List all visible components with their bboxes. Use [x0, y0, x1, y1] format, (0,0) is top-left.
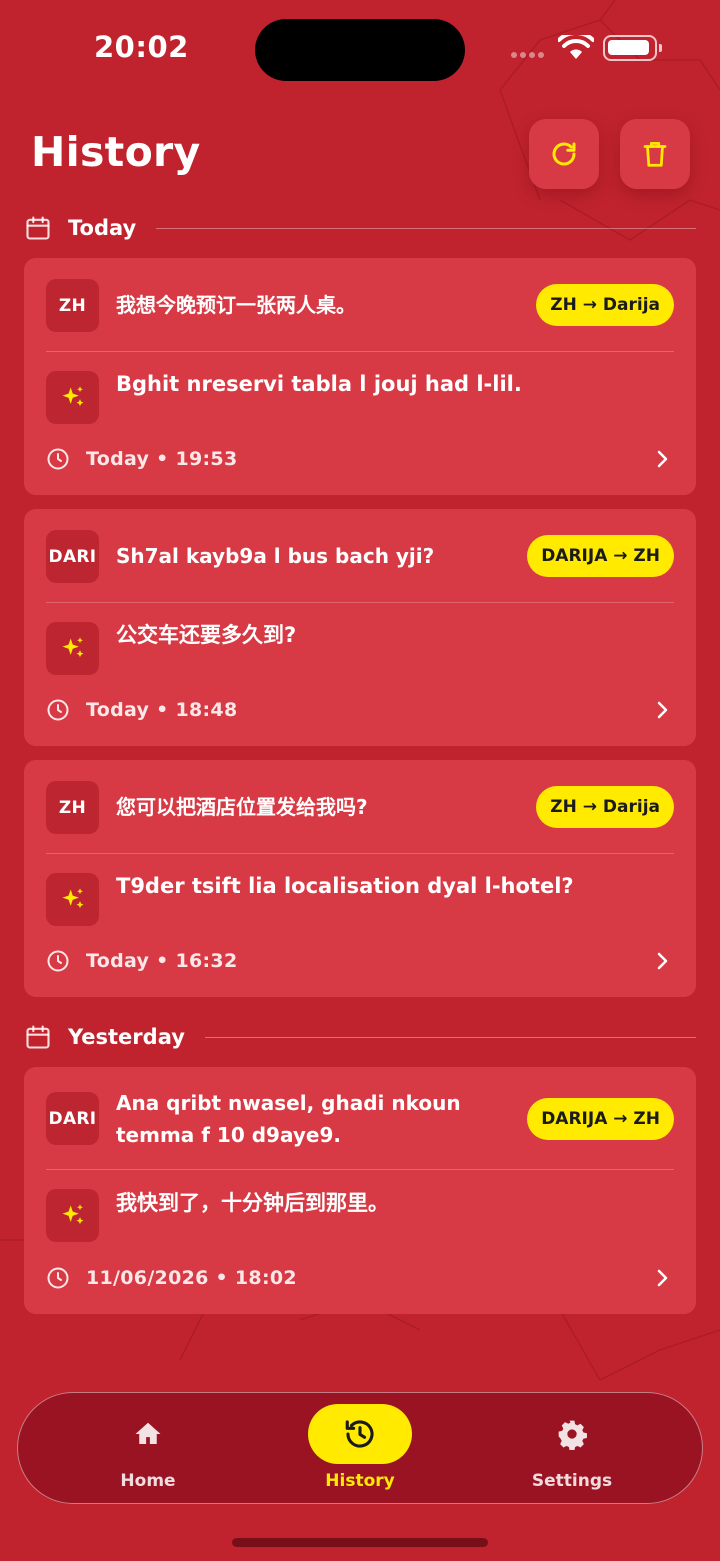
page-title: History	[31, 128, 201, 176]
clear-history-button[interactable]	[620, 119, 690, 189]
section-header-today: Today	[24, 211, 696, 245]
chevron-right-icon	[657, 701, 668, 719]
battery-icon	[603, 35, 662, 61]
bottom-nav: Home History Settings	[17, 1392, 703, 1504]
direction-pill: ZH → Darija	[536, 284, 674, 326]
trash-icon	[643, 142, 667, 167]
source-text: Ana qribt nwasel, ghadi nkoun temma f 10…	[116, 1091, 461, 1147]
source-text: 我想今晚预订一张两人桌。	[116, 293, 356, 317]
card-divider	[46, 351, 674, 352]
direction-pill: DARIJA → ZH	[527, 1098, 674, 1140]
status-time: 20:02	[94, 30, 189, 64]
direction-pill: ZH → Darija	[536, 786, 674, 828]
timestamp: Today • 16:32	[86, 950, 238, 972]
timestamp-row: Today • 18:48	[46, 695, 674, 725]
sparkle-badge	[46, 1189, 99, 1242]
clock-icon	[47, 699, 69, 721]
chevron-right-icon	[657, 1269, 668, 1287]
clock-icon	[47, 1267, 69, 1289]
section-header-yesterday: Yesterday	[24, 1020, 696, 1054]
card-divider	[46, 853, 674, 854]
nav-label: History	[325, 1471, 395, 1491]
section-divider	[204, 1036, 696, 1038]
chevron-right-icon	[657, 952, 668, 970]
refresh-icon	[552, 142, 576, 166]
timestamp-row: Today • 16:32	[46, 946, 674, 976]
sparkles-icon	[62, 887, 83, 908]
language-badge: ZH	[46, 279, 99, 332]
timestamp-row: Today • 19:53	[46, 444, 674, 474]
section-divider	[156, 227, 696, 229]
translated-text: 我快到了，十分钟后到那里。	[116, 1191, 389, 1215]
refresh-button[interactable]	[529, 119, 599, 189]
card-divider	[46, 1169, 674, 1170]
history-card[interactable]: DARI Ana qribt nwasel, ghadi nkoun temma…	[24, 1067, 696, 1314]
history-card[interactable]: ZH 您可以把酒店位置发给我吗? ZH → Darija T9der tsift…	[24, 760, 696, 997]
nav-item-home[interactable]: Home	[68, 1393, 228, 1505]
nav-label: Home	[120, 1471, 176, 1491]
history-icon	[345, 1420, 374, 1448]
language-badge: ZH	[46, 781, 99, 834]
sparkles-icon	[62, 385, 83, 406]
translated-text: 公交车还要多久到?	[116, 623, 297, 647]
clock-icon	[47, 448, 69, 470]
sparkle-badge	[46, 371, 99, 424]
translated-text: Bghit nreservi tabla l jouj had l-lil.	[116, 372, 522, 396]
home-icon	[135, 1422, 161, 1444]
section-label: Today	[68, 216, 137, 240]
history-card[interactable]: ZH 我想今晚预订一张两人桌。 ZH → Darija Bghit nreser…	[24, 258, 696, 495]
nav-item-settings[interactable]: Settings	[492, 1393, 652, 1505]
sparkles-icon	[62, 636, 83, 657]
chevron-right-icon	[657, 450, 668, 468]
section-label: Yesterday	[68, 1025, 185, 1049]
clock-icon	[47, 950, 69, 972]
sparkle-badge	[46, 873, 99, 926]
calendar-icon	[26, 216, 50, 240]
source-text: 您可以把酒店位置发给我吗?	[116, 795, 368, 819]
wifi-icon	[558, 35, 594, 59]
language-badge: DARI	[46, 1092, 99, 1145]
nav-item-history[interactable]: History	[280, 1393, 440, 1505]
history-card[interactable]: DARI Sh7al kayb9a l bus bach yji? DARIJA…	[24, 509, 696, 746]
cellular-signal-icon	[511, 52, 544, 58]
timestamp-row: 11/06/2026 • 18:02	[46, 1263, 674, 1293]
home-indicator[interactable]	[232, 1538, 488, 1547]
nav-label: Settings	[531, 1471, 613, 1491]
card-divider	[46, 602, 674, 603]
sparkles-icon	[62, 1203, 83, 1224]
translated-text: T9der tsift lia localisation dyal l-hote…	[116, 874, 574, 898]
sparkle-badge	[46, 622, 99, 675]
dynamic-island	[255, 19, 465, 81]
timestamp: 11/06/2026 • 18:02	[86, 1267, 297, 1289]
calendar-icon	[26, 1025, 50, 1049]
gear-icon	[558, 1420, 587, 1450]
direction-pill: DARIJA → ZH	[527, 535, 674, 577]
source-text: Sh7al kayb9a l bus bach yji?	[116, 544, 435, 568]
timestamp: Today • 18:48	[86, 699, 238, 721]
language-badge: DARI	[46, 530, 99, 583]
timestamp: Today • 19:53	[86, 448, 238, 470]
